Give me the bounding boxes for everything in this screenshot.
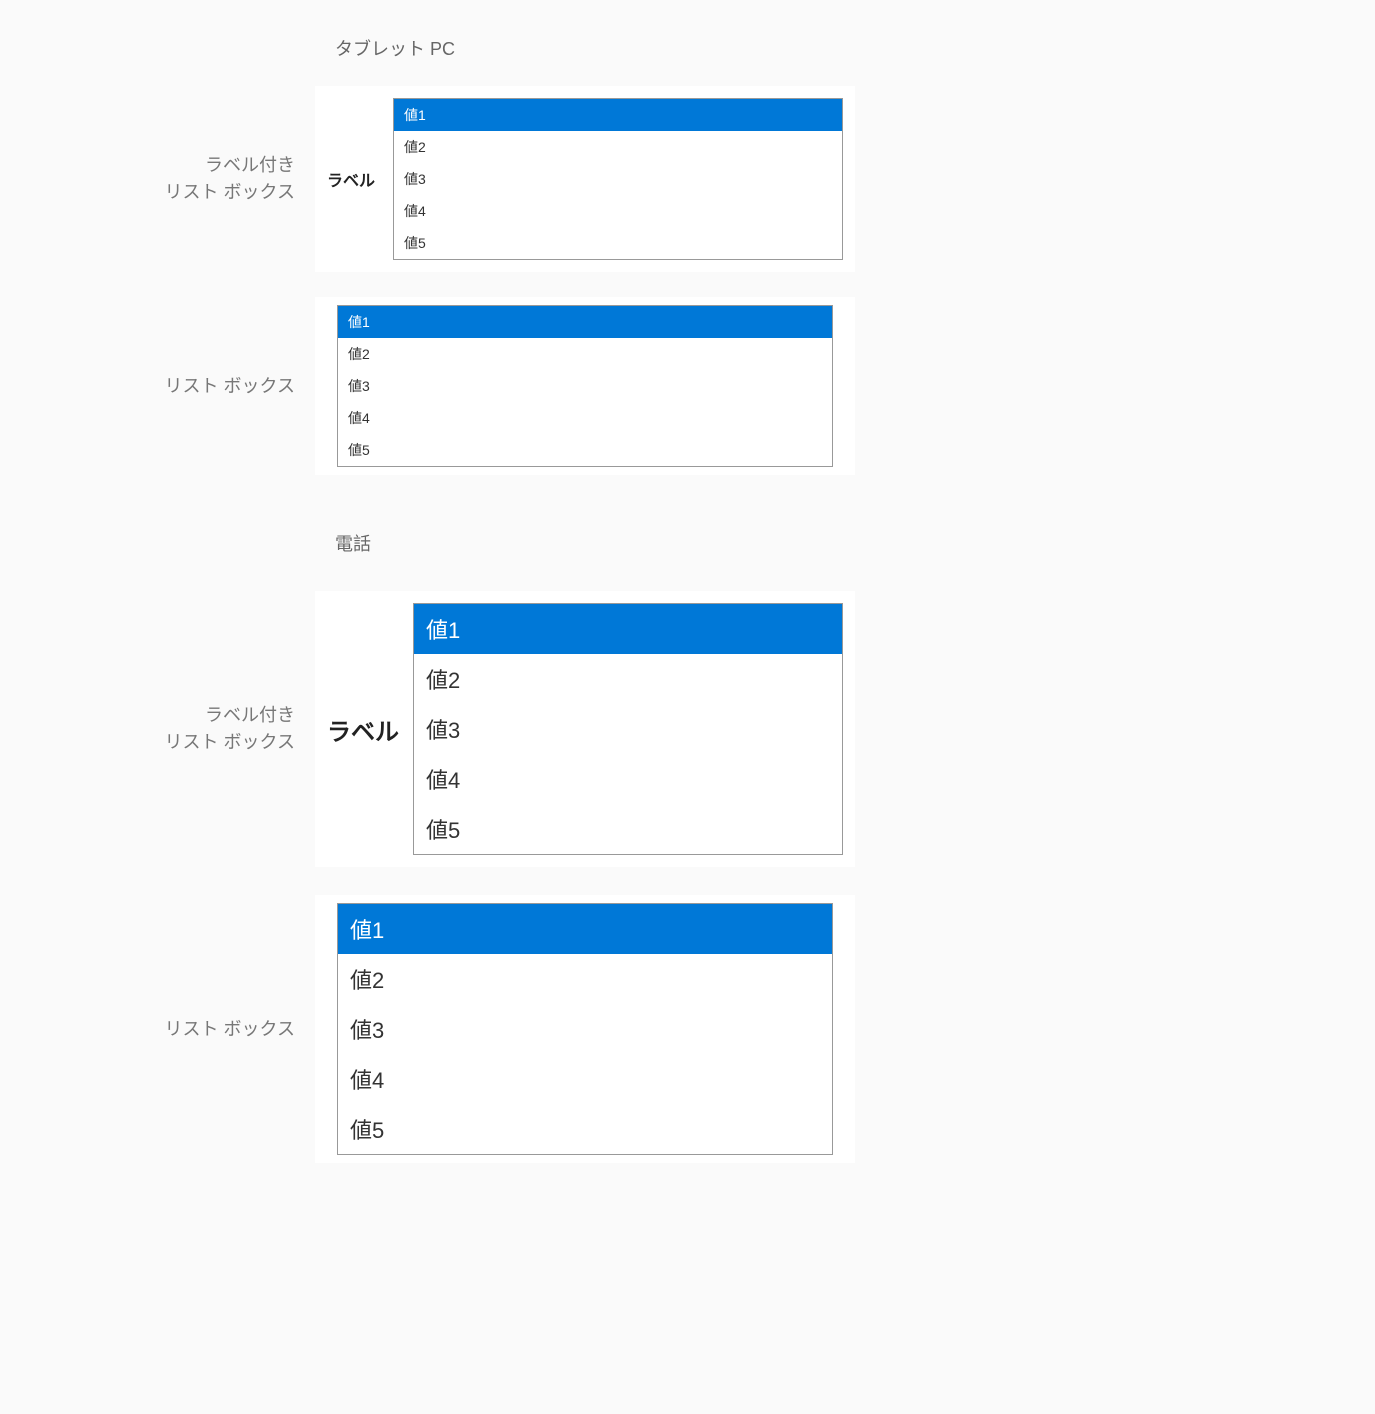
card-labeled-listbox-tablet: ラベル 値1 値2 値3 値4 値5 <box>315 86 855 272</box>
list-item[interactable]: 値5 <box>414 804 842 854</box>
listbox-tablet-labeled[interactable]: 値1 値2 値3 値4 値5 <box>393 98 843 260</box>
card-listbox-phone: 値1 値2 値3 値4 値5 <box>315 895 855 1163</box>
list-item[interactable]: 値3 <box>394 163 842 195</box>
section-heading-phone: 電話 <box>335 530 1375 556</box>
list-item[interactable]: 値3 <box>338 1004 832 1054</box>
listbox-phone[interactable]: 値1 値2 値3 値4 値5 <box>337 903 833 1155</box>
list-item[interactable]: 値4 <box>394 195 842 227</box>
row-listbox-phone: リスト ボックス 値1 値2 値3 値4 値5 <box>0 895 1375 1163</box>
list-item[interactable]: 値2 <box>338 954 832 1004</box>
list-item[interactable]: 値4 <box>414 754 842 804</box>
list-item[interactable]: 値5 <box>394 227 842 259</box>
list-item[interactable]: 値2 <box>414 654 842 704</box>
list-item[interactable]: 値1 <box>338 306 832 338</box>
row-label-text: リスト ボックス <box>165 1019 295 1039</box>
section-heading-tablet: タブレット PC <box>335 35 1375 61</box>
row-listbox-tablet: リスト ボックス 値1 値2 値3 値4 値5 <box>0 297 1375 475</box>
row-label-text: リスト ボックス <box>165 376 295 396</box>
row-label-line1: ラベル付き <box>205 155 295 175</box>
row-label-line2: リスト ボックス <box>165 732 295 752</box>
list-item[interactable]: 値4 <box>338 402 832 434</box>
card-listbox-tablet: 値1 値2 値3 値4 値5 <box>315 297 855 475</box>
row-label-listbox: リスト ボックス <box>0 1016 315 1043</box>
list-item[interactable]: 値2 <box>394 131 842 163</box>
list-item[interactable]: 値1 <box>394 99 842 131</box>
row-label-labeled-listbox: ラベル付き リスト ボックス <box>0 702 315 756</box>
list-item[interactable]: 値3 <box>414 704 842 754</box>
list-item[interactable]: 値4 <box>338 1054 832 1104</box>
list-item[interactable]: 値3 <box>338 370 832 402</box>
row-label-listbox: リスト ボックス <box>0 373 315 400</box>
list-item[interactable]: 値1 <box>414 604 842 654</box>
row-label-labeled-listbox: ラベル付き リスト ボックス <box>0 152 315 206</box>
card-labeled-listbox-phone: ラベル 値1 値2 値3 値4 値5 <box>315 591 855 867</box>
list-item[interactable]: 値5 <box>338 1104 832 1154</box>
row-labeled-listbox-phone: ラベル付き リスト ボックス ラベル 値1 値2 値3 値4 値5 <box>0 591 1375 867</box>
list-item[interactable]: 値2 <box>338 338 832 370</box>
list-item[interactable]: 値5 <box>338 434 832 466</box>
row-label-line1: ラベル付き <box>205 705 295 725</box>
row-labeled-listbox-tablet: ラベル付き リスト ボックス ラベル 値1 値2 値3 値4 値5 <box>0 86 1375 272</box>
row-label-line2: リスト ボックス <box>165 182 295 202</box>
inline-label: ラベル <box>327 167 375 191</box>
list-item[interactable]: 値1 <box>338 904 832 954</box>
inline-label: ラベル <box>327 712 399 747</box>
listbox-tablet[interactable]: 値1 値2 値3 値4 値5 <box>337 305 833 467</box>
listbox-phone-labeled[interactable]: 値1 値2 値3 値4 値5 <box>413 603 843 855</box>
